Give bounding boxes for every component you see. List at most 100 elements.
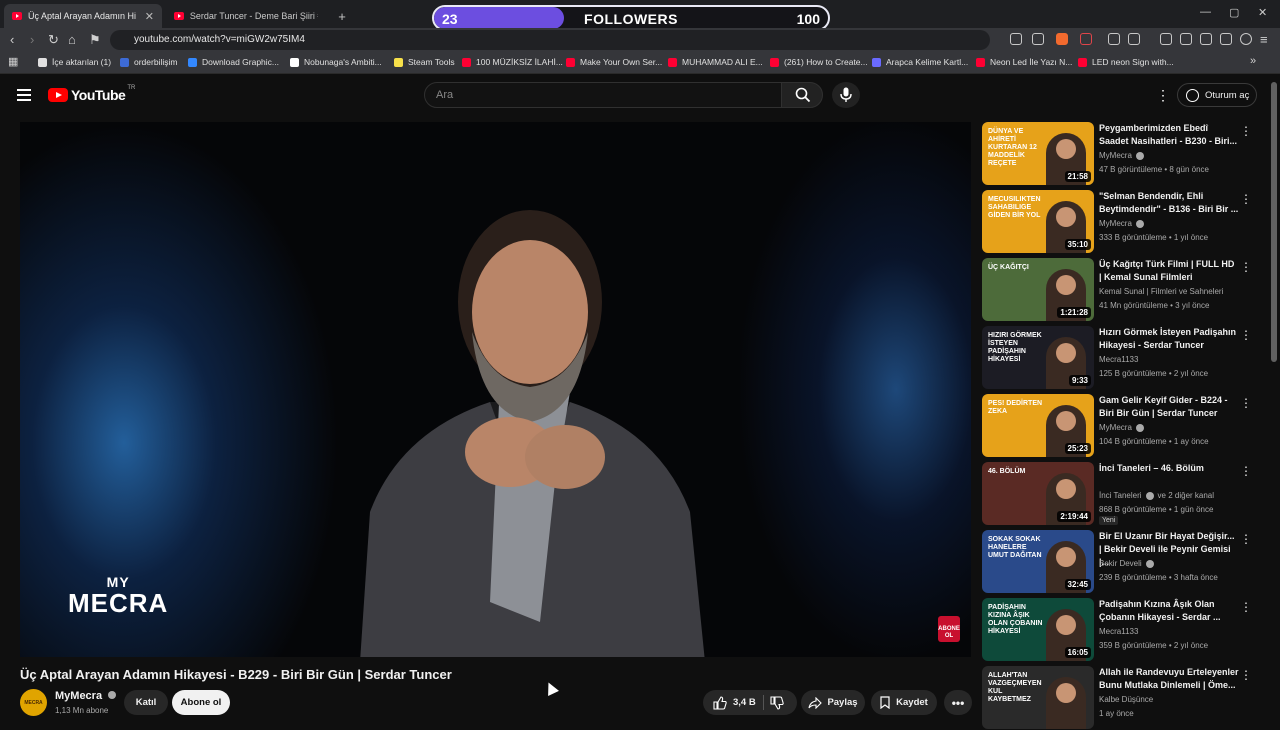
bookmark-item[interactable]: orderbilişim [120,57,177,67]
video-menu-kebab-icon[interactable]: ⋮ [1240,260,1252,274]
video-menu-kebab-icon[interactable]: ⋮ [1240,464,1252,478]
sidebar-icon[interactable] [1180,33,1192,45]
recommended-video[interactable]: MECUSILIKTEN SAHABILIGE GİDEN BİR YOL 35:… [982,190,1272,254]
recommended-channel[interactable]: Mecra1133 [1099,355,1138,364]
bookmark-item[interactable]: Neon Led İle Yazı N... [976,57,1072,67]
bookmark-item[interactable]: Nobunaga's Ambiti... [290,57,382,67]
recommended-channel[interactable]: Kalbe Düşünce [1099,695,1153,704]
browser-menu-icon[interactable]: ≡ [1260,32,1268,47]
maximize-icon[interactable]: ▢ [1229,6,1239,19]
sign-in-button[interactable]: Oturum aç [1177,83,1257,107]
join-button[interactable]: Katıl [124,690,168,715]
video-menu-kebab-icon[interactable]: ⋮ [1240,328,1252,342]
back-icon[interactable]: ‹ [10,32,14,47]
search-input[interactable]: Ara [424,82,782,108]
recommended-channel[interactable]: Bekir Develi [1099,559,1154,568]
recommended-title[interactable]: "Selman Bendendir, Ehli Beytimdendir" - … [1099,190,1239,216]
wallet-icon[interactable] [1200,33,1212,45]
bookmark-item[interactable]: 100 MÜZİKSİZ İLAHİ... [462,57,563,67]
recommended-video[interactable]: ÜÇ KAĞITÇI 1:21:28 Üç Kağıtçı Türk Filmi |… [982,258,1272,322]
page-scrollbar[interactable] [1271,82,1277,362]
recommended-channel[interactable]: İnci Taneleri ve 2 diğer kanal [1099,491,1214,500]
search-button[interactable] [781,82,823,108]
bookmark-item[interactable]: Steam Tools [394,57,455,67]
forward-icon[interactable]: › [30,32,34,47]
channel-avatar[interactable]: MECRA [20,689,47,716]
bookmark-item[interactable]: Arapca Kelime Kartl... [872,57,968,67]
bookmark-item[interactable]: MUHAMMAD ALI E... [668,57,763,67]
recommended-video[interactable]: DÜNYA VE AHİRETİ KURTARAN 12 MADDELİK RE… [982,122,1272,186]
recommended-title[interactable]: Allah ile Randevuyu Erteleyenler Bunu Mu… [1099,666,1239,692]
share-button[interactable]: Paylaş [801,690,865,715]
recommended-title[interactable]: Üç Kağıtçı Türk Filmi | FULL HD | Kemal … [1099,258,1239,284]
bookmark-item[interactable]: LED neon Sign with... [1078,57,1174,67]
recommended-title[interactable]: İnci Taneleri – 46. Bölüm [1099,462,1239,475]
apps-grid-icon[interactable]: ▦ [8,55,18,68]
minimize-icon[interactable]: — [1200,6,1211,18]
recommended-video[interactable]: SOKAK SOKAK HANELERE UMUT DAĞITAN 32:45 Bi… [982,530,1272,594]
recommended-channel[interactable]: Kemal Sunal | Filmleri ve Sahneleri [1099,287,1223,296]
video-thumbnail[interactable]: HIZIRI GÖRMEK İSTEYEN PADİŞAHIN HİKAYESİ… [982,326,1094,389]
rewards-icon[interactable] [1080,33,1092,45]
video-menu-kebab-icon[interactable]: ⋮ [1240,532,1252,546]
recommended-video[interactable]: 46. BÖLÜM 2:19:44 İnci Taneleri – 46. Bölü… [982,462,1272,526]
more-bookmarks-icon[interactable]: » [1250,55,1256,67]
like-button[interactable]: 3,4 B [713,695,756,710]
recommended-channel[interactable]: MyMecra [1099,423,1144,432]
share-page-icon[interactable] [1032,33,1044,45]
subscribe-watermark-badge[interactable]: ABONE OL [938,616,960,642]
video-thumbnail[interactable]: SOKAK SOKAK HANELERE UMUT DAĞITAN 32:45 [982,530,1094,593]
close-window-icon[interactable]: ✕ [1258,6,1267,19]
extensions-icon[interactable] [1108,33,1120,45]
video-thumbnail[interactable]: ÜÇ KAĞITÇI 1:21:28 [982,258,1094,321]
video-menu-kebab-icon[interactable]: ⋮ [1240,600,1252,614]
browser-tab-active[interactable]: Üç Aptal Arayan Adamın Hikay ✕ [4,4,162,28]
recommended-video[interactable]: PES! DEDİRTEN ZEKA 25:23 Gam Gelir Keyif G… [982,394,1272,458]
video-thumbnail[interactable]: PES! DEDİRTEN ZEKA 25:23 [982,394,1094,457]
bookmark-item[interactable]: (261) How to Create... [770,57,868,67]
bookmark-item[interactable]: Make Your Own Ser... [566,57,662,67]
leo-icon[interactable] [1220,33,1232,45]
video-player[interactable]: MY MECRA ABONE OL [20,122,971,657]
recommended-video[interactable]: HIZIRI GÖRMEK İSTEYEN PADİŞAHIN HİKAYESİ… [982,326,1272,390]
media-icon[interactable] [1160,33,1172,45]
more-actions-button[interactable]: ••• [944,690,972,715]
close-tab-icon[interactable]: ✕ [145,10,154,23]
dislike-button[interactable] [770,696,784,713]
save-button[interactable]: Kaydet [871,690,937,715]
bookmark-page-icon[interactable]: ⚑ [89,32,101,48]
video-menu-kebab-icon[interactable]: ⋮ [1240,396,1252,410]
recommended-title[interactable]: Hızırı Görmek İsteyen Padişahın Hikayesi… [1099,326,1239,352]
bookmark-item[interactable]: Download Graphic... [188,57,279,67]
video-thumbnail[interactable]: 46. BÖLÜM 2:19:44 [982,462,1094,525]
screenshot-icon[interactable] [1128,33,1140,45]
cast-icon[interactable] [1010,33,1022,45]
recommended-channel[interactable]: MyMecra [1099,151,1144,160]
video-thumbnail[interactable]: MECUSILIKTEN SAHABILIGE GİDEN BİR YOL 35:… [982,190,1094,253]
video-menu-kebab-icon[interactable]: ⋮ [1240,192,1252,206]
video-thumbnail[interactable]: PADİŞAHIN KIZINA ÂŞIK OLAN ÇOBANIN HİKAY… [982,598,1094,661]
channel-name[interactable]: MyMecra [55,690,117,702]
voice-search-button[interactable] [832,82,860,108]
video-thumbnail[interactable]: DÜNYA VE AHİRETİ KURTARAN 12 MADDELİK RE… [982,122,1094,185]
settings-kebab-icon[interactable]: ⋮ [1156,87,1170,104]
hamburger-menu-icon[interactable] [17,89,31,101]
brave-shield-icon[interactable] [1056,33,1068,45]
address-bar[interactable]: youtube.com/watch?v=miGW2w75IM4 [110,30,990,50]
recommended-video[interactable]: ALLAH'TAN VAZGEÇMEYEN KUL KAYBETMEZ Allah… [982,666,1272,730]
recommended-title[interactable]: Padişahın Kızına Âşık Olan Çobanın Hikay… [1099,598,1239,624]
home-icon[interactable]: ⌂ [68,32,76,47]
recommended-video[interactable]: PADİŞAHIN KIZINA ÂŞIK OLAN ÇOBANIN HİKAY… [982,598,1272,662]
video-menu-kebab-icon[interactable]: ⋮ [1240,124,1252,138]
reload-icon[interactable]: ↻ [48,32,59,48]
bookmark-item[interactable]: İçe aktarılan (1) [38,57,111,67]
video-menu-kebab-icon[interactable]: ⋮ [1240,668,1252,682]
subscribe-button[interactable]: Abone ol [172,690,230,715]
recommended-title[interactable]: Peygamberimizden Ebedî Saadet Nasihatler… [1099,122,1239,148]
recommended-channel[interactable]: Mecra1133 [1099,627,1138,636]
youtube-logo[interactable]: YouTube TR [48,85,135,103]
recommended-title[interactable]: Gam Gelir Keyif Gider - B224 - Biri Bir … [1099,394,1239,420]
browser-tab[interactable]: Serdar Tuncer - Deme Bari Şiiri #Sho [166,4,326,28]
vpn-icon[interactable] [1240,33,1252,45]
new-tab-button[interactable]: + [332,4,352,28]
